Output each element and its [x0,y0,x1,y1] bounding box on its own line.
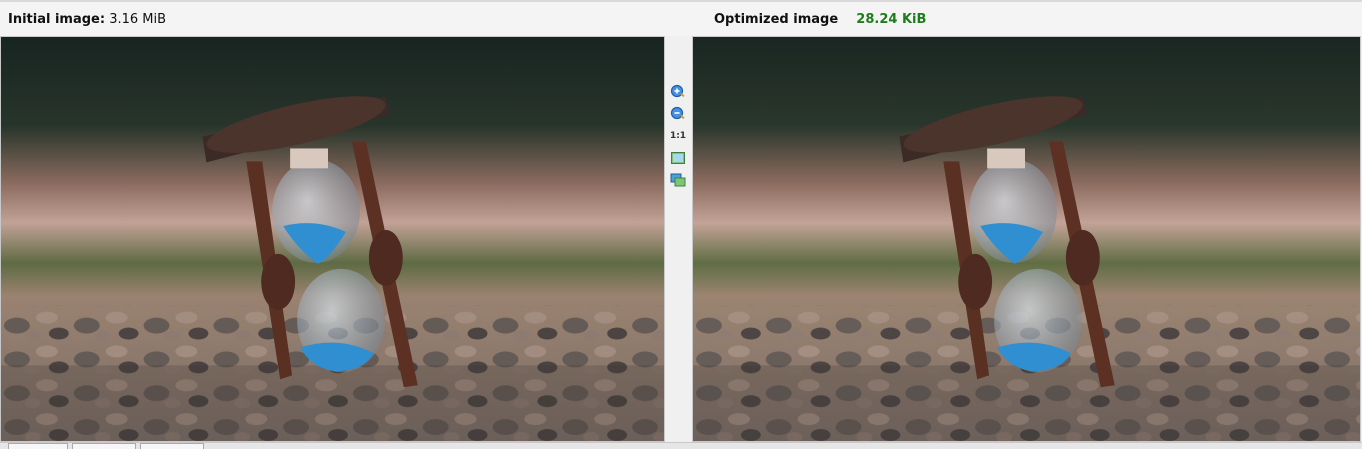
fit-to-window-icon[interactable] [669,150,687,166]
comparison-header: Initial image: 3.16 MiB Optimized image … [0,0,1362,36]
bottom-tab-2[interactable] [72,443,136,449]
optimized-image-hourglass-photo [693,37,1360,441]
actual-size-button[interactable]: 1:1 [669,128,687,144]
initial-image-size: 3.16 MiB [109,12,167,27]
bottom-tab-3[interactable] [140,443,204,449]
initial-image-info: Initial image: 3.16 MiB [8,12,166,27]
optimized-image-size: 28.24 KiB [856,12,927,27]
initial-image-hourglass-photo [1,37,664,441]
initial-image-label: Initial image: [8,12,106,27]
bottom-tab-1[interactable] [8,443,68,449]
compare-view-icon[interactable] [669,172,687,188]
optimized-image-label: Optimized image [714,12,839,27]
optimized-image-panel[interactable] [692,36,1361,442]
optimized-image-info: Optimized image 28.24 KiB [714,12,926,27]
initial-image-panel[interactable] [0,36,665,442]
zoom-out-icon[interactable] [669,106,687,122]
zoom-in-icon[interactable] [669,84,687,100]
